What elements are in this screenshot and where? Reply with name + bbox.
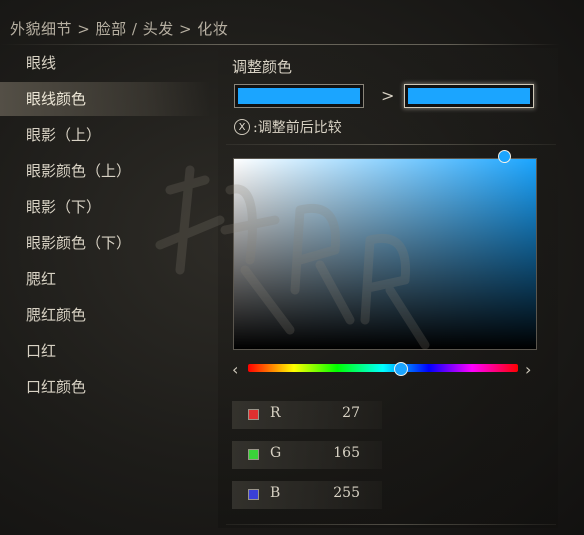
compare-toggle[interactable]: X :调整前后比较	[234, 117, 342, 137]
color-before-fill	[238, 88, 360, 104]
color-after-swatch	[404, 84, 534, 108]
sidebar-item-label: 眼线	[26, 54, 57, 72]
rgb-label: R	[270, 405, 281, 421]
hue-slider[interactable]	[248, 364, 518, 372]
color-after-fill	[408, 88, 530, 104]
sidebar-item-label: 口红颜色	[26, 378, 87, 396]
top-divider	[0, 44, 560, 45]
arrow-right-icon: >	[381, 86, 395, 105]
rgb-row-red[interactable]: R 27	[232, 401, 382, 429]
sidebar-item-label: 眼影（下）	[26, 198, 102, 216]
hue-right-arrow-icon[interactable]: ›	[525, 360, 531, 379]
blue-chip	[248, 489, 259, 500]
rgb-value: 255	[333, 485, 360, 501]
sidebar-item-eyeliner[interactable]: 眼线	[0, 46, 210, 80]
watermark-logo	[155, 165, 430, 350]
red-chip	[248, 409, 259, 420]
sidebar-item-label: 口红	[26, 342, 57, 360]
bottom-divider	[226, 524, 556, 525]
sidebar-item-label: 眼线颜色	[26, 90, 87, 108]
rgb-label: G	[270, 445, 282, 461]
saturation-knob[interactable]	[498, 150, 511, 163]
green-chip	[248, 449, 259, 460]
breadcrumb: 外貌细节 > 脸部 / 头发 > 化妆	[10, 20, 229, 38]
sidebar-item-label: 眼影颜色（上）	[26, 162, 132, 180]
sidebar-item-eyeliner-color[interactable]: 眼线颜色	[0, 82, 210, 116]
sidebar-item-label: 腮红颜色	[26, 306, 87, 324]
sidebar-item-label: 眼影颜色（下）	[26, 234, 132, 252]
sidebar-item-lipstick-color[interactable]: 口红颜色	[0, 370, 210, 404]
color-before-swatch	[234, 84, 364, 108]
rgb-row-blue[interactable]: B 255	[232, 481, 382, 509]
panel-divider	[226, 144, 556, 145]
sidebar-item-upper-eyeshadow[interactable]: 眼影（上）	[0, 118, 210, 152]
sidebar-item-label: 腮红	[26, 270, 57, 288]
rgb-label: B	[270, 485, 281, 501]
hue-knob[interactable]	[394, 362, 408, 376]
compare-label: :调整前后比较	[253, 120, 342, 136]
panel-title: 调整颜色	[232, 58, 293, 76]
hue-left-arrow-icon[interactable]: ‹	[232, 360, 238, 379]
sidebar-item-label: 眼影（上）	[26, 126, 102, 144]
rgb-value: 165	[333, 445, 360, 461]
x-button-icon: X	[234, 119, 250, 135]
rgb-value: 27	[342, 405, 360, 421]
rgb-row-green[interactable]: G 165	[232, 441, 382, 469]
